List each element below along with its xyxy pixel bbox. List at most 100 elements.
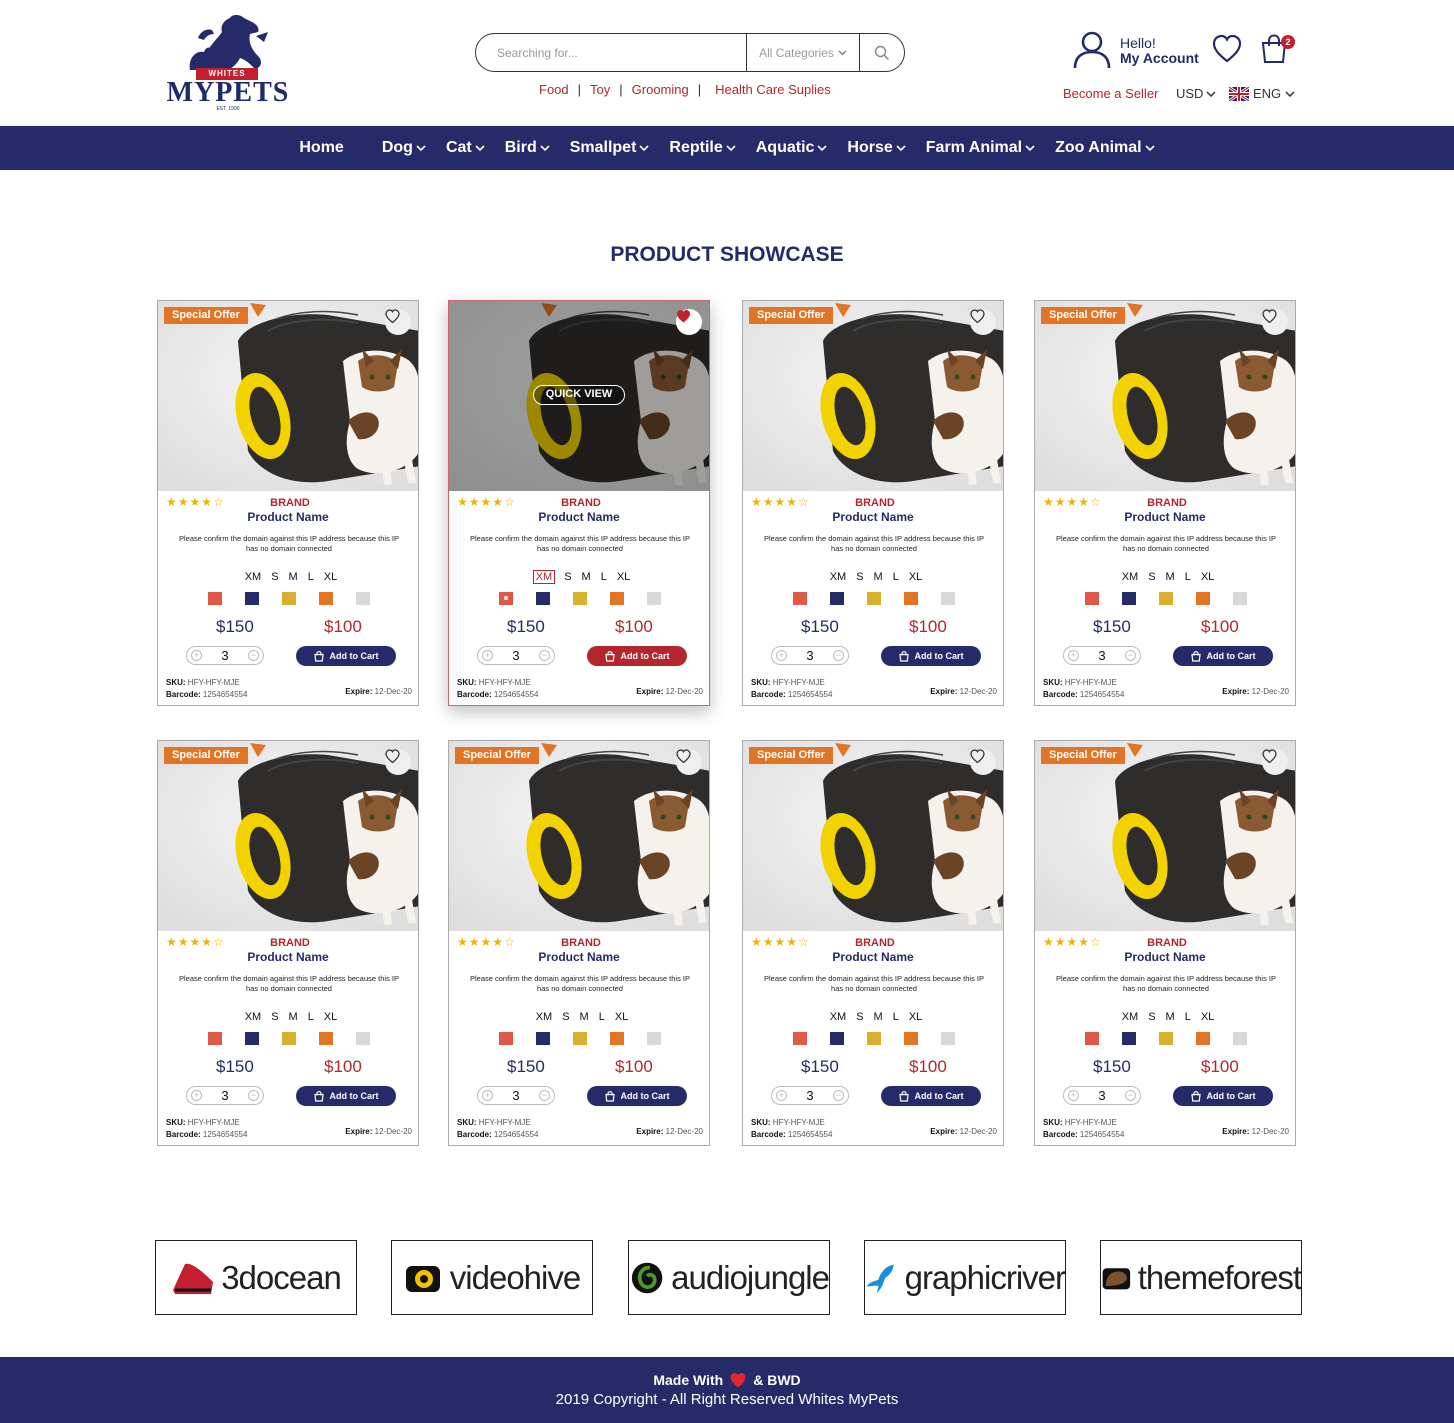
add-to-cart-button[interactable]: Add to Cart [296,1086,396,1106]
nav-item-aquatic[interactable]: Aquatic [746,139,838,157]
color-swatch[interactable] [941,592,955,605]
color-swatch[interactable] [245,592,259,605]
product-image[interactable]: Special Offer [1035,301,1295,491]
product-name[interactable]: Product Name [449,950,709,964]
quantity-value[interactable]: 3 [221,1088,228,1103]
color-swatch[interactable] [356,1032,370,1045]
size-option-m[interactable]: M [1166,571,1175,583]
add-to-cart-button[interactable]: Add to Cart [587,1086,687,1106]
wishlist-button[interactable] [385,309,411,335]
add-to-cart-button[interactable]: Add to Cart [881,646,981,666]
wishlist-button[interactable] [1262,309,1288,335]
size-option-s[interactable]: S [1148,571,1155,583]
nav-item-reptile[interactable]: Reptile [659,139,745,157]
nav-item-horse[interactable]: Horse [837,139,915,157]
color-swatch[interactable] [1159,592,1173,605]
color-swatch[interactable] [282,592,296,605]
size-option-l[interactable]: L [601,571,607,583]
color-swatch[interactable] [1122,1032,1136,1045]
minus-button[interactable]: − [1124,1090,1136,1101]
minus-button[interactable]: − [247,650,259,661]
color-swatch[interactable] [610,592,624,605]
size-option-m[interactable]: M [1166,1011,1175,1023]
color-swatch[interactable] [1196,1032,1210,1045]
color-swatch[interactable] [1122,592,1136,605]
product-image[interactable]: Special Offer [158,301,418,491]
minus-button[interactable]: − [247,1090,259,1101]
account-link[interactable]: Hello! My Account [1120,36,1199,66]
size-option-s[interactable]: S [856,1011,863,1023]
color-swatch[interactable] [499,1032,513,1045]
color-swatch[interactable] [941,1032,955,1045]
wishlist-button[interactable] [1262,749,1288,775]
size-option-xm[interactable]: XM [830,571,847,583]
size-option-xl[interactable]: XL [324,1011,337,1023]
size-option-m[interactable]: M [580,1011,589,1023]
size-option-s[interactable]: S [564,571,571,583]
language-select[interactable]: ENG [1229,86,1295,101]
size-option-xl[interactable]: XL [324,571,337,583]
plus-button[interactable]: + [1068,650,1079,661]
color-swatch[interactable] [793,1032,807,1045]
color-swatch[interactable] [1196,592,1210,605]
color-swatch[interactable] [536,1032,550,1045]
wishlist-button[interactable] [676,749,702,775]
size-option-xl[interactable]: XL [1201,1011,1214,1023]
color-swatch[interactable] [904,1032,918,1045]
quantity-value[interactable]: 3 [512,648,519,663]
category-select[interactable]: All Categories [747,34,860,71]
color-swatch[interactable] [499,592,513,605]
size-option-m[interactable]: M [582,571,591,583]
product-image[interactable]: Special Offer [449,741,709,931]
partner-logo-3docean[interactable]: 3docean [155,1240,357,1315]
quick-link-health-care[interactable]: Health Care Suplies [701,82,840,97]
color-swatch[interactable] [1085,592,1099,605]
nav-item-farm-animal[interactable]: Farm Animal [916,139,1045,157]
size-option-xm[interactable]: XM [830,1011,847,1023]
color-swatch[interactable] [208,592,222,605]
size-option-xl[interactable]: XL [615,1011,628,1023]
size-option-m[interactable]: M [289,1011,298,1023]
color-swatch[interactable] [319,592,333,605]
size-option-s[interactable]: S [271,571,278,583]
add-to-cart-button[interactable]: Add to Cart [1173,1086,1273,1106]
add-to-cart-button[interactable]: Add to Cart [587,646,687,666]
color-swatch[interactable] [1233,592,1247,605]
size-option-xl[interactable]: XL [617,571,630,583]
product-name[interactable]: Product Name [158,510,418,524]
size-option-xm[interactable]: XM [1122,1011,1139,1023]
nav-item-zoo-animal[interactable]: Zoo Animal [1045,139,1165,157]
become-seller-link[interactable]: Become a Seller [1063,86,1158,101]
plus-button[interactable]: + [482,650,493,661]
quick-link-toy[interactable]: Toy [581,82,619,97]
add-to-cart-button[interactable]: Add to Cart [296,646,396,666]
quick-link-food[interactable]: Food [530,82,578,97]
minus-button[interactable]: − [1124,650,1136,661]
plus-button[interactable]: + [191,650,202,661]
color-swatch[interactable] [245,1032,259,1045]
product-name[interactable]: Product Name [1035,510,1295,524]
size-option-m[interactable]: M [874,571,883,583]
product-name[interactable]: Product Name [743,950,1003,964]
color-swatch[interactable] [867,592,881,605]
size-option-xm[interactable]: XM [245,571,262,583]
quantity-value[interactable]: 3 [806,1088,813,1103]
size-option-xm[interactable]: XM [1122,571,1139,583]
logo-wordmark[interactable]: MYPETS [162,77,294,109]
search-input[interactable] [476,34,747,71]
product-image[interactable]: Special Offer [158,741,418,931]
size-option-xm[interactable]: XM [245,1011,262,1023]
size-option-l[interactable]: L [893,571,899,583]
size-option-m[interactable]: M [874,1011,883,1023]
size-option-l[interactable]: L [308,1011,314,1023]
color-swatch[interactable] [573,592,587,605]
partner-logo-audiojungle[interactable]: audiojungle [628,1240,830,1315]
size-option-xm[interactable]: XM [532,570,556,584]
quantity-value[interactable]: 3 [1098,1088,1105,1103]
product-name[interactable]: Product Name [158,950,418,964]
plus-button[interactable]: + [776,650,787,661]
color-swatch[interactable] [319,1032,333,1045]
nav-item-smallpet[interactable]: Smallpet [560,139,660,157]
nav-item-bird[interactable]: Bird [495,139,560,157]
size-option-l[interactable]: L [308,571,314,583]
